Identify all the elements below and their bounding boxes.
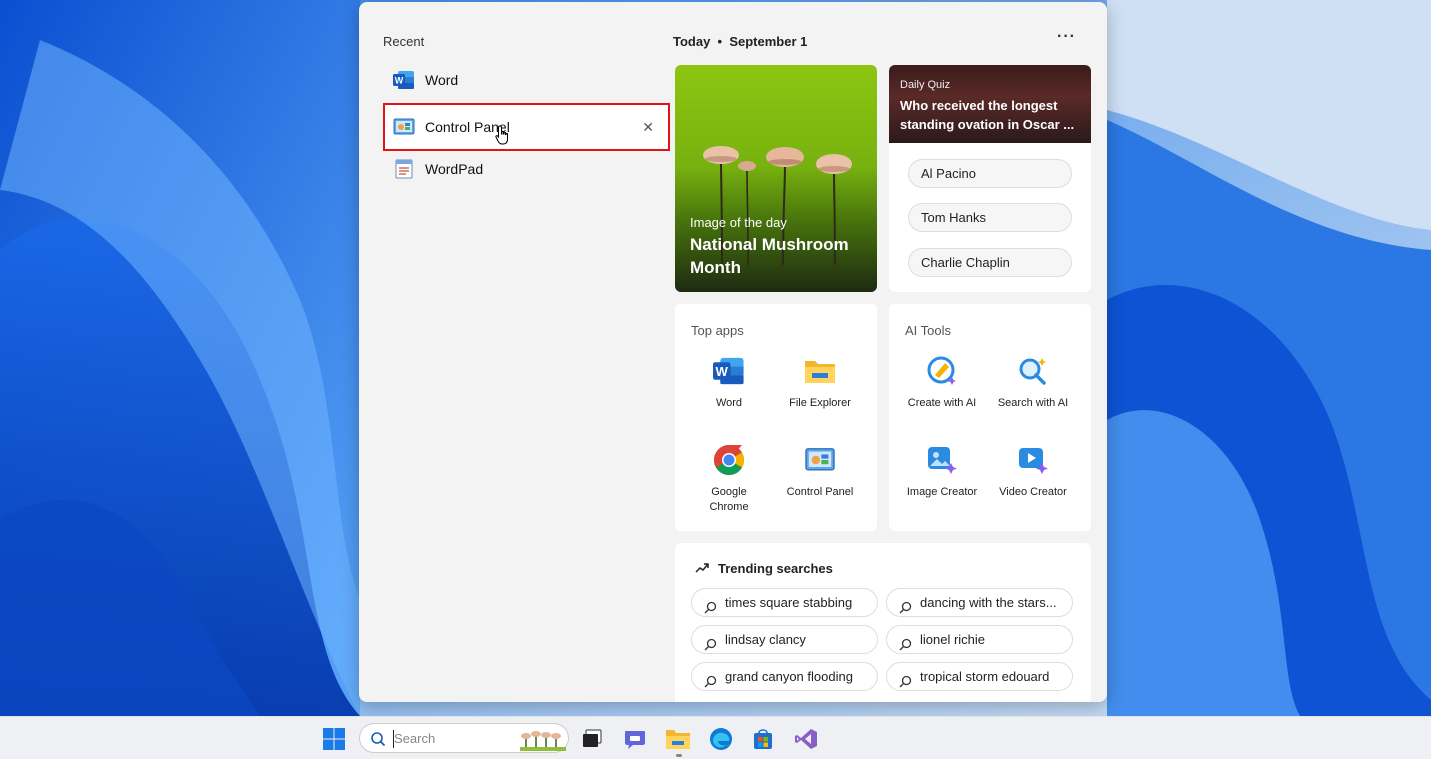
- search-icon: [899, 596, 912, 616]
- top-app-google-chrome[interactable]: Google Chrome: [681, 443, 777, 515]
- file-explorer-icon[interactable]: [664, 725, 692, 753]
- trending-chip-label: lionel richie: [920, 632, 986, 647]
- visual-studio-icon[interactable]: [792, 725, 820, 753]
- tool-label: Search with AI: [997, 397, 1069, 409]
- create-ai-icon: [925, 354, 959, 388]
- image-of-day-caption: Image of the day: [690, 215, 787, 230]
- trending-chip-label: times square stabbing: [725, 595, 853, 610]
- ai-tool-create[interactable]: Create with AI: [894, 354, 990, 411]
- trending-heading: Trending searches: [718, 561, 833, 576]
- recent-heading: Recent: [383, 34, 425, 49]
- recent-item-wordpad[interactable]: WordPad: [385, 149, 667, 189]
- teams-chat-icon[interactable]: [621, 725, 649, 753]
- quiz-option[interactable]: Charlie Chaplin: [908, 248, 1072, 277]
- search-placeholder: Search: [394, 731, 436, 746]
- trending-chip[interactable]: lindsay clancy: [691, 625, 878, 654]
- top-app-control-panel[interactable]: Control Panel: [772, 443, 868, 500]
- recent-item-label: Word: [425, 72, 459, 88]
- search-panel: Recent W Word Control Panel ✕ WordPad To…: [359, 2, 1107, 702]
- trending-chip[interactable]: lionel richie: [886, 625, 1073, 654]
- more-options-icon[interactable]: ···: [1057, 28, 1076, 46]
- trending-chip-label: tropical storm edouard: [920, 669, 1050, 684]
- search-icon: [899, 633, 912, 653]
- quiz-option[interactable]: Tom Hanks: [908, 203, 1072, 232]
- top-app-word[interactable]: W Word: [681, 354, 777, 411]
- control-panel-icon: [393, 116, 415, 138]
- trending-searches-card: Trending searches times square stabbing …: [675, 543, 1091, 702]
- top-apps-card: Top apps W Word File Explorer Google Chr…: [675, 304, 877, 531]
- quiz-question: Who received the longest standing ovatio…: [900, 98, 1075, 132]
- trending-chip[interactable]: grand canyon flooding: [691, 662, 878, 691]
- quiz-label: Daily Quiz: [900, 79, 951, 91]
- trending-chip[interactable]: times square stabbing: [691, 588, 878, 617]
- search-icon: [899, 670, 912, 690]
- search-icon: [704, 596, 717, 616]
- search-icon: [704, 670, 717, 690]
- today-heading: Today • September 1: [673, 34, 808, 49]
- image-of-the-day-card[interactable]: Image of the day National Mushroom Month: [675, 65, 877, 292]
- recent-item-label: WordPad: [425, 161, 484, 177]
- trending-arrow-icon: [695, 561, 709, 579]
- app-label: File Explorer: [789, 397, 851, 409]
- top-apps-heading: Top apps: [691, 323, 744, 338]
- trending-chip[interactable]: tropical storm edouard: [886, 662, 1073, 691]
- ai-tools-card: AI Tools Create with AI Search with AI I…: [889, 304, 1091, 531]
- image-of-day-title: National Mushroom Month: [690, 235, 849, 277]
- trending-chip-label: lindsay clancy: [725, 632, 806, 647]
- ai-tools-heading: AI Tools: [905, 323, 952, 338]
- remove-recent-close-icon[interactable]: ✕: [642, 119, 654, 136]
- trending-chip[interactable]: dancing with the stars...: [886, 588, 1073, 617]
- ai-tool-search[interactable]: Search with AI: [985, 354, 1081, 411]
- control-panel-icon: [803, 443, 837, 477]
- svg-text:W: W: [395, 76, 404, 86]
- recent-item-control-panel[interactable]: Control Panel ✕: [383, 103, 670, 151]
- daily-quiz-card: Daily Quiz Who received the longest stan…: [889, 65, 1091, 292]
- folder-icon: [803, 354, 837, 388]
- ai-tool-video-creator[interactable]: Video Creator: [985, 443, 1081, 500]
- app-label: Google Chrome: [709, 486, 749, 513]
- mushroom-highlight-icon: [520, 727, 566, 756]
- tool-label: Image Creator: [906, 486, 978, 498]
- top-app-file-explorer[interactable]: File Explorer: [772, 354, 868, 411]
- hand-pointer-cursor-icon: [495, 125, 511, 150]
- quiz-banner[interactable]: Daily Quiz Who received the longest stan…: [889, 65, 1091, 143]
- taskbar: Search: [0, 716, 1431, 759]
- search-ai-icon: [1016, 354, 1050, 388]
- chrome-icon: [712, 443, 746, 477]
- image-creator-icon: [925, 443, 959, 477]
- search-icon: [704, 633, 717, 653]
- task-view-icon[interactable]: [578, 725, 606, 753]
- tool-label: Create with AI: [907, 397, 977, 409]
- ai-tool-image-creator[interactable]: Image Creator: [894, 443, 990, 500]
- word-icon: W: [393, 69, 415, 91]
- app-label: Control Panel: [786, 486, 854, 498]
- svg-text:W: W: [716, 364, 729, 379]
- trending-chip-label: dancing with the stars...: [920, 595, 1057, 610]
- taskbar-search-box[interactable]: Search: [359, 723, 569, 753]
- running-indicator: [676, 754, 682, 757]
- search-icon: [370, 731, 386, 752]
- word-icon: W: [712, 354, 746, 388]
- tool-label: Video Creator: [999, 486, 1067, 498]
- start-icon[interactable]: [320, 725, 348, 753]
- wordpad-icon: [393, 158, 415, 180]
- edge-icon[interactable]: [707, 725, 735, 753]
- app-label: Word: [715, 397, 743, 409]
- video-creator-icon: [1016, 443, 1050, 477]
- recent-item-word[interactable]: W Word: [385, 60, 667, 100]
- quiz-option[interactable]: Al Pacino: [908, 159, 1072, 188]
- trending-chip-label: grand canyon flooding: [725, 669, 853, 684]
- store-icon[interactable]: [749, 725, 777, 753]
